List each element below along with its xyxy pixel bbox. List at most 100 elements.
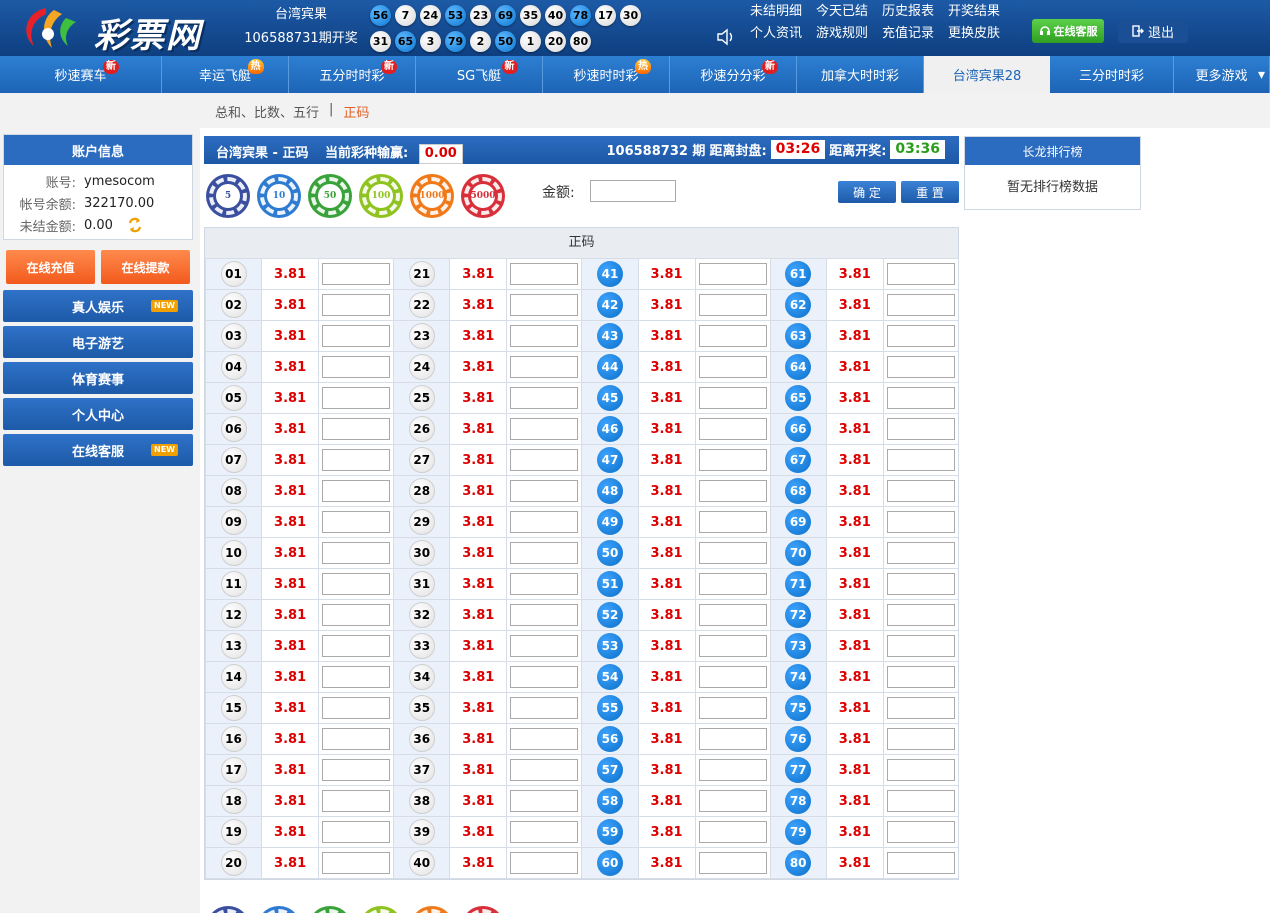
bet-number-cell[interactable]: 66 — [769, 413, 827, 445]
odds-cell[interactable]: 3.81 — [261, 568, 320, 600]
bet-amount-input[interactable] — [698, 480, 767, 502]
number-ball[interactable]: 62 — [785, 292, 812, 318]
bet-amount-input[interactable] — [698, 449, 767, 471]
game-tab[interactable]: 五分时时彩新 — [289, 56, 416, 93]
bet-amount-input[interactable] — [698, 790, 767, 812]
number-ball[interactable]: 27 — [408, 447, 435, 473]
bet-amount-input[interactable] — [510, 728, 579, 750]
bet-amount-input[interactable] — [510, 604, 579, 626]
chip-5[interactable]: 5 — [206, 906, 250, 913]
bet-number-cell[interactable]: 75 — [769, 692, 827, 724]
bet-amount-input[interactable] — [886, 387, 955, 409]
sound-icon[interactable] — [716, 28, 736, 46]
odds-cell[interactable]: 3.81 — [637, 816, 696, 848]
number-ball[interactable]: 76 — [785, 726, 812, 752]
chip-100[interactable]: 100 — [359, 174, 403, 218]
bet-amount-input[interactable] — [698, 573, 767, 595]
odds-cell[interactable]: 3.81 — [449, 816, 508, 848]
bet-amount-input[interactable] — [886, 759, 955, 781]
bet-number-cell[interactable]: 27 — [393, 444, 451, 476]
number-ball[interactable]: 35 — [408, 695, 435, 721]
odds-cell[interactable]: 3.81 — [449, 258, 508, 290]
bet-amount-input[interactable] — [510, 790, 579, 812]
odds-cell[interactable]: 3.81 — [825, 847, 884, 879]
odds-cell[interactable]: 3.81 — [637, 475, 696, 507]
bet-amount-input[interactable] — [510, 449, 579, 471]
number-ball[interactable]: 11 — [220, 571, 247, 597]
game-tab[interactable]: 台湾宾果28 — [924, 56, 1050, 93]
game-tab[interactable]: 秒速时时彩热 — [543, 56, 670, 93]
odds-cell[interactable]: 3.81 — [449, 661, 508, 693]
odds-cell[interactable]: 3.81 — [261, 661, 320, 693]
odds-cell[interactable]: 3.81 — [637, 847, 696, 879]
odds-cell[interactable]: 3.81 — [825, 444, 884, 476]
number-ball[interactable]: 71 — [785, 571, 812, 597]
bet-number-cell[interactable]: 64 — [769, 351, 827, 383]
bet-amount-input[interactable] — [698, 759, 767, 781]
bet-amount-input[interactable] — [322, 294, 391, 316]
bet-number-cell[interactable]: 72 — [769, 599, 827, 631]
chip-1000[interactable]: 1000 — [410, 906, 454, 913]
odds-cell[interactable]: 3.81 — [449, 692, 508, 724]
bet-number-cell[interactable]: 09 — [204, 506, 263, 538]
bet-number-cell[interactable]: 43 — [581, 320, 639, 352]
game-tab[interactable]: SG飞艇新 — [416, 56, 543, 93]
odds-cell[interactable]: 3.81 — [825, 351, 884, 383]
chip-10[interactable]: 10 — [257, 906, 301, 913]
number-ball[interactable]: 75 — [785, 695, 812, 721]
bet-number-cell[interactable]: 29 — [393, 506, 451, 538]
number-ball[interactable]: 74 — [785, 664, 812, 690]
sub-nav-item-current[interactable]: 正码 — [343, 102, 369, 121]
bet-number-cell[interactable]: 34 — [393, 661, 451, 693]
bet-amount-input[interactable] — [322, 728, 391, 750]
game-tab[interactable]: 秒速分分彩新 — [670, 56, 797, 93]
chip-5000[interactable]: 5000 — [461, 174, 505, 218]
odds-cell[interactable]: 3.81 — [261, 258, 320, 290]
number-ball[interactable]: 02 — [220, 292, 247, 318]
bet-amount-input[interactable] — [698, 263, 767, 285]
bet-number-cell[interactable]: 16 — [204, 723, 263, 755]
odds-cell[interactable]: 3.81 — [261, 847, 320, 879]
bet-amount-input[interactable] — [698, 356, 767, 378]
game-tab[interactable]: 三分时时彩 — [1050, 56, 1174, 93]
odds-cell[interactable]: 3.81 — [261, 599, 320, 631]
odds-cell[interactable]: 3.81 — [261, 692, 320, 724]
bet-number-cell[interactable]: 68 — [769, 475, 827, 507]
bet-amount-input[interactable] — [510, 852, 579, 874]
bet-amount-input[interactable] — [886, 728, 955, 750]
bet-number-cell[interactable]: 39 — [393, 816, 451, 848]
number-ball[interactable]: 50 — [596, 540, 623, 566]
number-ball[interactable]: 38 — [408, 788, 435, 814]
number-ball[interactable]: 37 — [408, 757, 435, 783]
bet-amount-input[interactable] — [698, 666, 767, 688]
chip-100[interactable]: 100 — [359, 906, 403, 913]
bet-number-cell[interactable]: 55 — [581, 692, 639, 724]
bet-number-cell[interactable]: 28 — [393, 475, 451, 507]
number-ball[interactable]: 22 — [408, 292, 435, 318]
odds-cell[interactable]: 3.81 — [825, 382, 884, 414]
odds-cell[interactable]: 3.81 — [449, 754, 508, 786]
bet-number-cell[interactable]: 53 — [581, 630, 639, 662]
bet-amount-input[interactable] — [322, 480, 391, 502]
odds-cell[interactable]: 3.81 — [261, 351, 320, 383]
bet-amount-input[interactable] — [886, 666, 955, 688]
bet-amount-input[interactable] — [322, 449, 391, 471]
bet-amount-input[interactable] — [886, 263, 955, 285]
bet-amount-input[interactable] — [510, 263, 579, 285]
number-ball[interactable]: 42 — [596, 292, 623, 318]
bet-amount-input[interactable] — [322, 542, 391, 564]
bet-number-cell[interactable]: 33 — [393, 630, 451, 662]
chip-10[interactable]: 10 — [257, 174, 301, 218]
number-ball[interactable]: 33 — [408, 633, 435, 659]
bet-amount-input[interactable] — [322, 821, 391, 843]
bet-number-cell[interactable]: 23 — [393, 320, 451, 352]
odds-cell[interactable]: 3.81 — [261, 785, 320, 817]
number-ball[interactable]: 57 — [596, 757, 623, 783]
bet-number-cell[interactable]: 44 — [581, 351, 639, 383]
bet-number-cell[interactable]: 17 — [204, 754, 263, 786]
number-ball[interactable]: 06 — [220, 416, 247, 442]
bet-amount-input[interactable] — [698, 294, 767, 316]
odds-cell[interactable]: 3.81 — [449, 413, 508, 445]
bet-amount-input[interactable] — [698, 821, 767, 843]
odds-cell[interactable]: 3.81 — [261, 320, 320, 352]
